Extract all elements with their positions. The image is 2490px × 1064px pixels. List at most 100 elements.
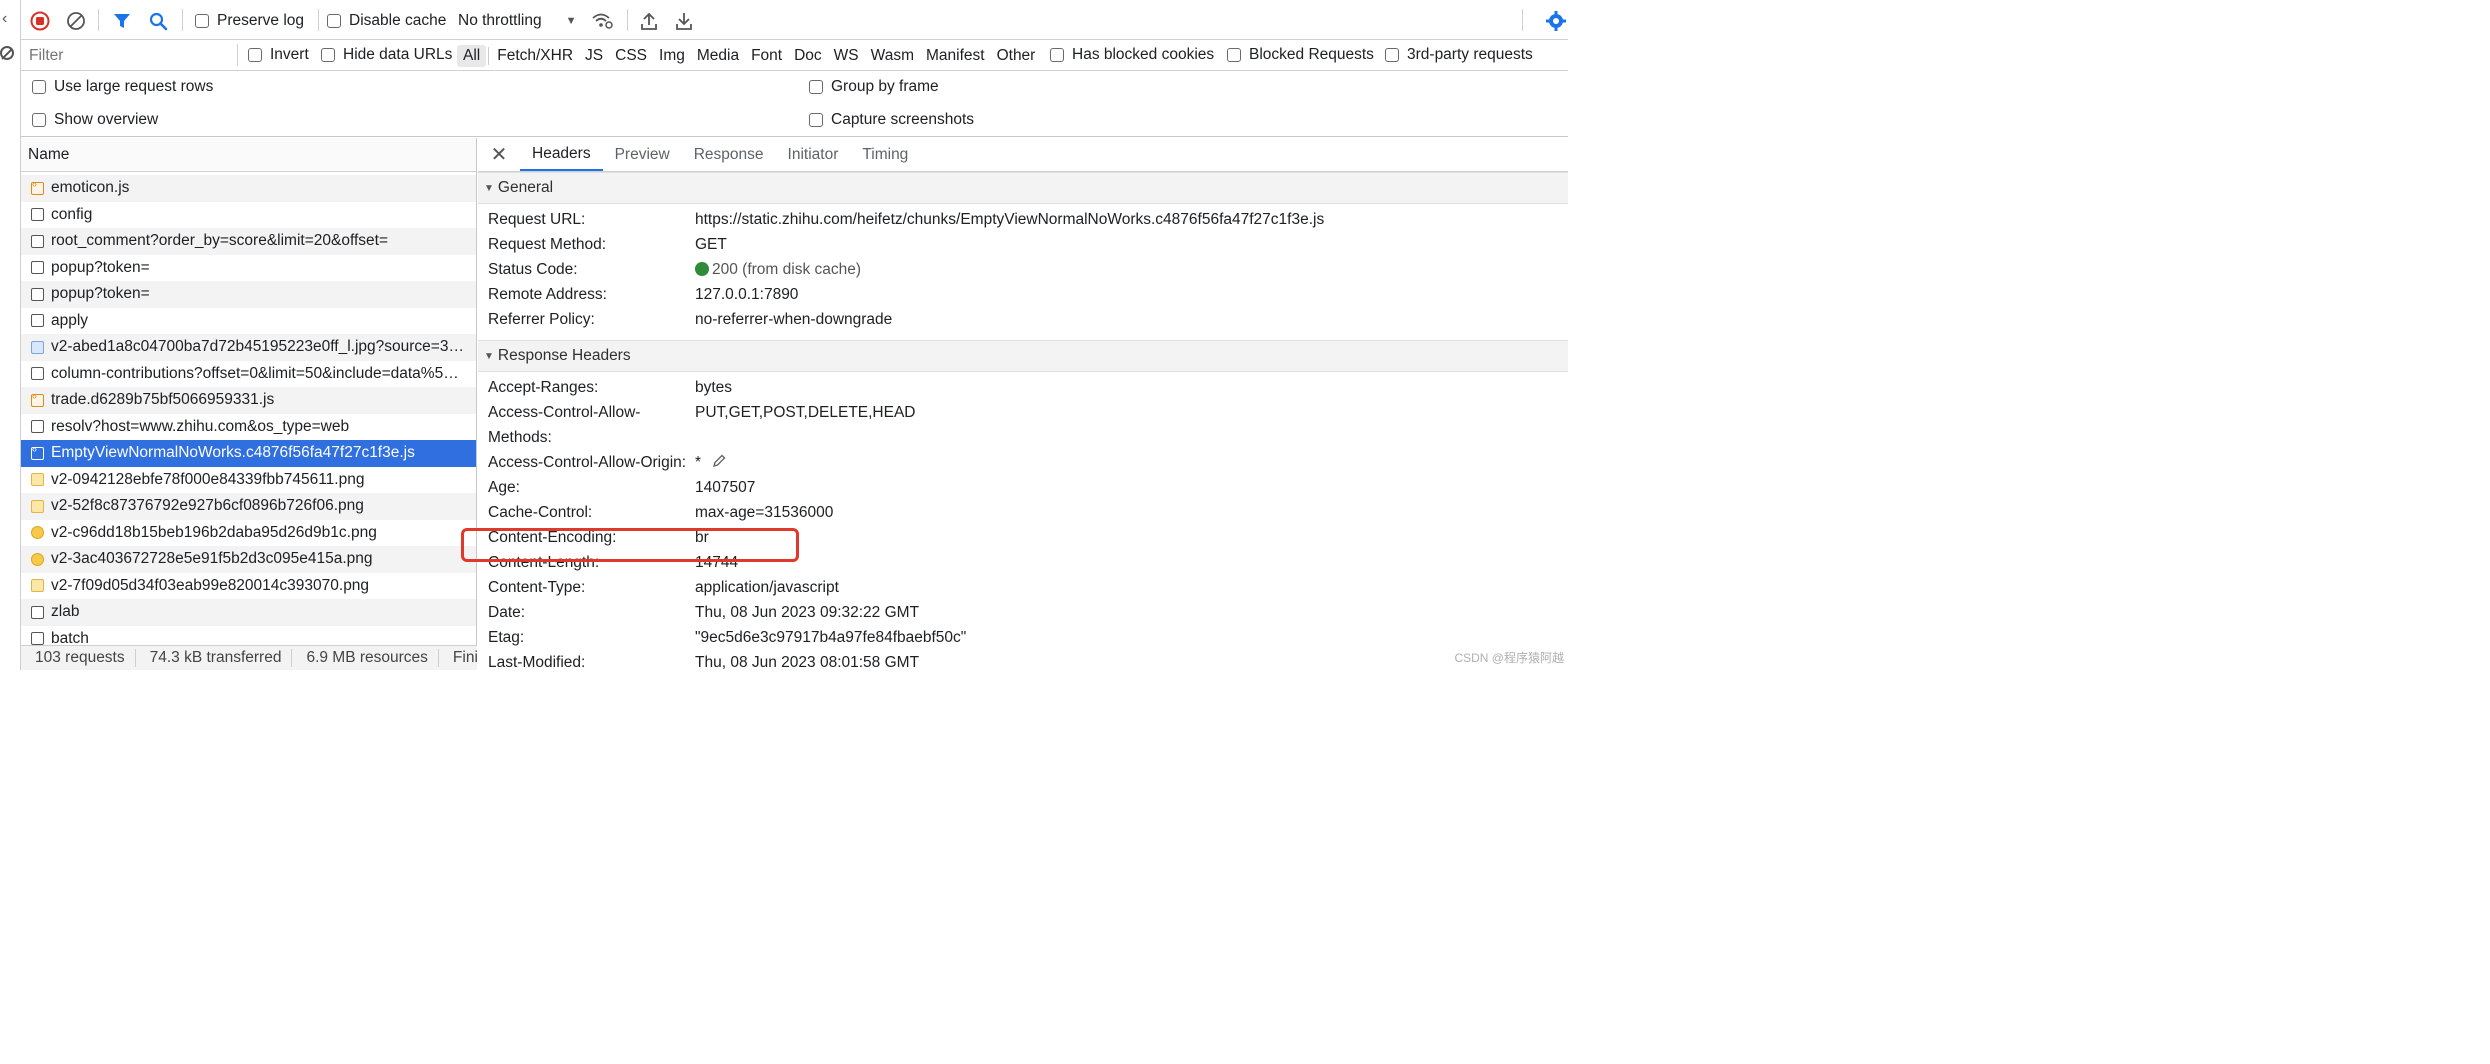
header-key: Request URL: (488, 211, 586, 228)
checkbox-box[interactable] (1227, 48, 1241, 62)
header-value[interactable]: 127.0.0.1:7890 (695, 282, 798, 307)
header-value[interactable]: 14744 (695, 550, 738, 575)
checkbox-box[interactable] (248, 48, 262, 62)
disable-cache-checkbox[interactable]: Disable cache (327, 12, 446, 30)
large-request-rows-checkbox[interactable]: Use large request rows (32, 78, 213, 96)
header-value[interactable]: Thu, 08 Jun 2023 09:32:22 GMT (695, 600, 919, 625)
invert-checkbox[interactable]: Invert (248, 46, 309, 64)
type-filter-img[interactable]: Img (653, 45, 691, 67)
tab-headers[interactable]: Headers (520, 138, 603, 171)
request-row[interactable]: column-contributions?offset=0&limit=50&i… (21, 361, 476, 388)
type-filter-all[interactable]: All (457, 44, 487, 67)
header-key: Access-Control-Allow- (488, 404, 641, 421)
type-filter-ws[interactable]: WS (828, 45, 865, 67)
request-row[interactable]: v2-7f09d05d34f03eab99e820014c393070.png (21, 573, 476, 600)
import-har-button[interactable] (638, 10, 660, 32)
header-value-with-edit[interactable]: * (695, 450, 727, 475)
request-row[interactable]: v2-abed1a8c04700ba7d72b45195223e0ff_l.jp… (21, 334, 476, 361)
header-value[interactable]: max-age=31536000 (695, 500, 833, 525)
type-filter-font[interactable]: Font (745, 45, 788, 67)
preserve-log-checkbox[interactable]: Preserve log (195, 12, 304, 30)
request-row[interactable]: v2-3ac403672728e5e91f5b2d3c095e415a.png (21, 546, 476, 573)
header-value[interactable]: bytes (695, 375, 732, 400)
group-by-frame-checkbox[interactable]: Group by frame (809, 78, 939, 96)
tab-preview[interactable]: Preview (603, 138, 682, 171)
request-name: config (51, 205, 93, 223)
header-value-with-dot[interactable]: 200 (from disk cache) (695, 257, 861, 282)
tab-response[interactable]: Response (682, 138, 776, 171)
chevron-left-icon[interactable]: ‹ (2, 10, 7, 28)
checkbox-box[interactable] (809, 113, 823, 127)
name-column-header[interactable]: Name (21, 138, 476, 172)
checkbox-box[interactable] (32, 113, 46, 127)
type-filter-js[interactable]: JS (579, 45, 609, 67)
checkbox-box[interactable] (32, 80, 46, 94)
filter-toggle-button[interactable] (111, 10, 133, 32)
header-value[interactable]: br (695, 525, 709, 550)
close-details-button[interactable]: ✕ (478, 138, 520, 171)
request-row[interactable]: popup?token= (21, 281, 476, 308)
request-row[interactable]: trade.d6289b75bf5066959331.js (21, 387, 476, 414)
request-row[interactable]: v2-0942128ebfe78f000e84339fbb745611.png (21, 467, 476, 494)
checkbox-box[interactable] (321, 48, 335, 62)
document-icon (31, 314, 44, 328)
request-row[interactable]: config (21, 202, 476, 229)
request-row[interactable]: EmptyViewNormalNoWorks.c4876f56fa47f27c1… (21, 440, 476, 467)
header-value[interactable]: GET (695, 232, 727, 257)
header-row: Accept-Ranges: bytes (478, 375, 1568, 400)
request-row[interactable]: v2-52f8c87376792e927b6cf0896b726f06.png (21, 493, 476, 520)
request-row[interactable]: zlab (21, 599, 476, 626)
tab-timing[interactable]: Timing (850, 138, 920, 171)
header-value[interactable]: application/javascript (695, 575, 839, 600)
request-row[interactable]: root_comment?order_by=score&limit=20&off… (21, 228, 476, 255)
third-party-requests-checkbox[interactable]: 3rd-party requests (1385, 46, 1533, 64)
checkbox-box[interactable] (327, 14, 341, 28)
header-value[interactable]: 1407507 (695, 475, 755, 500)
export-har-button[interactable] (673, 10, 695, 32)
header-value[interactable]: Thu, 08 Jun 2023 08:01:58 GMT (695, 650, 919, 670)
header-row: Request Method: GET (478, 232, 1568, 257)
stop-recording-button[interactable] (29, 10, 51, 32)
request-row[interactable]: resolv?host=www.zhihu.com&os_type=web (21, 414, 476, 441)
document-icon (31, 234, 44, 248)
capture-screenshots-checkbox[interactable]: Capture screenshots (809, 111, 974, 129)
type-filter-manifest[interactable]: Manifest (920, 45, 991, 67)
type-filter-wasm[interactable]: Wasm (865, 45, 920, 67)
type-filter-media[interactable]: Media (691, 45, 745, 67)
request-row[interactable]: apply (21, 308, 476, 335)
tab-initiator[interactable]: Initiator (776, 138, 851, 171)
checkbox-box[interactable] (809, 80, 823, 94)
request-rows: emoticon.js config root_comment?order_by=s… (21, 175, 476, 652)
header-value[interactable]: no-referrer-when-downgrade (695, 307, 892, 332)
type-filter-other[interactable]: Other (991, 45, 1042, 67)
request-details: ✕ Headers Preview Response Initiator Tim… (478, 138, 1568, 670)
request-row[interactable]: popup?token= (21, 255, 476, 282)
upload-icon (641, 12, 657, 30)
request-name: v2-c96dd18b15beb196b2daba95d26d9b1c.png (51, 523, 377, 541)
type-filter-css[interactable]: CSS (609, 45, 653, 67)
clear-button[interactable] (65, 10, 87, 32)
filter-input[interactable] (25, 44, 231, 68)
header-value[interactable]: "9ec5d6e3c97917b4a97fe84fbaebf50c" (695, 625, 966, 650)
pencil-icon[interactable] (711, 453, 727, 469)
has-blocked-cookies-checkbox[interactable]: Has blocked cookies (1050, 46, 1214, 64)
request-row[interactable]: emoticon.js (21, 175, 476, 202)
checkbox-box[interactable] (1050, 48, 1064, 62)
throttling-select[interactable]: No throttling ▼ (458, 12, 576, 30)
search-button[interactable] (147, 10, 169, 32)
header-value[interactable]: PUT,GET,POST,DELETE,HEAD (695, 400, 916, 425)
response-headers-section-header[interactable]: ▼ Response Headers (478, 340, 1568, 372)
header-value[interactable]: https://static.zhihu.com/heifetz/chunks/… (695, 207, 1324, 232)
hide-data-urls-checkbox[interactable]: Hide data URLs (321, 46, 452, 64)
checkbox-box[interactable] (1385, 48, 1399, 62)
type-filter-fetch-xhr[interactable]: Fetch/XHR (491, 45, 579, 67)
header-row: Content-Type: application/javascript (478, 575, 1568, 600)
settings-button[interactable] (1544, 10, 1568, 32)
checkbox-box[interactable] (195, 14, 209, 28)
network-conditions-button[interactable] (591, 10, 615, 32)
request-row[interactable]: v2-c96dd18b15beb196b2daba95d26d9b1c.png (21, 520, 476, 547)
type-filter-doc[interactable]: Doc (788, 45, 828, 67)
show-overview-checkbox[interactable]: Show overview (32, 111, 158, 129)
blocked-requests-checkbox[interactable]: Blocked Requests (1227, 46, 1374, 64)
general-section-header[interactable]: ▼ General (478, 172, 1568, 204)
